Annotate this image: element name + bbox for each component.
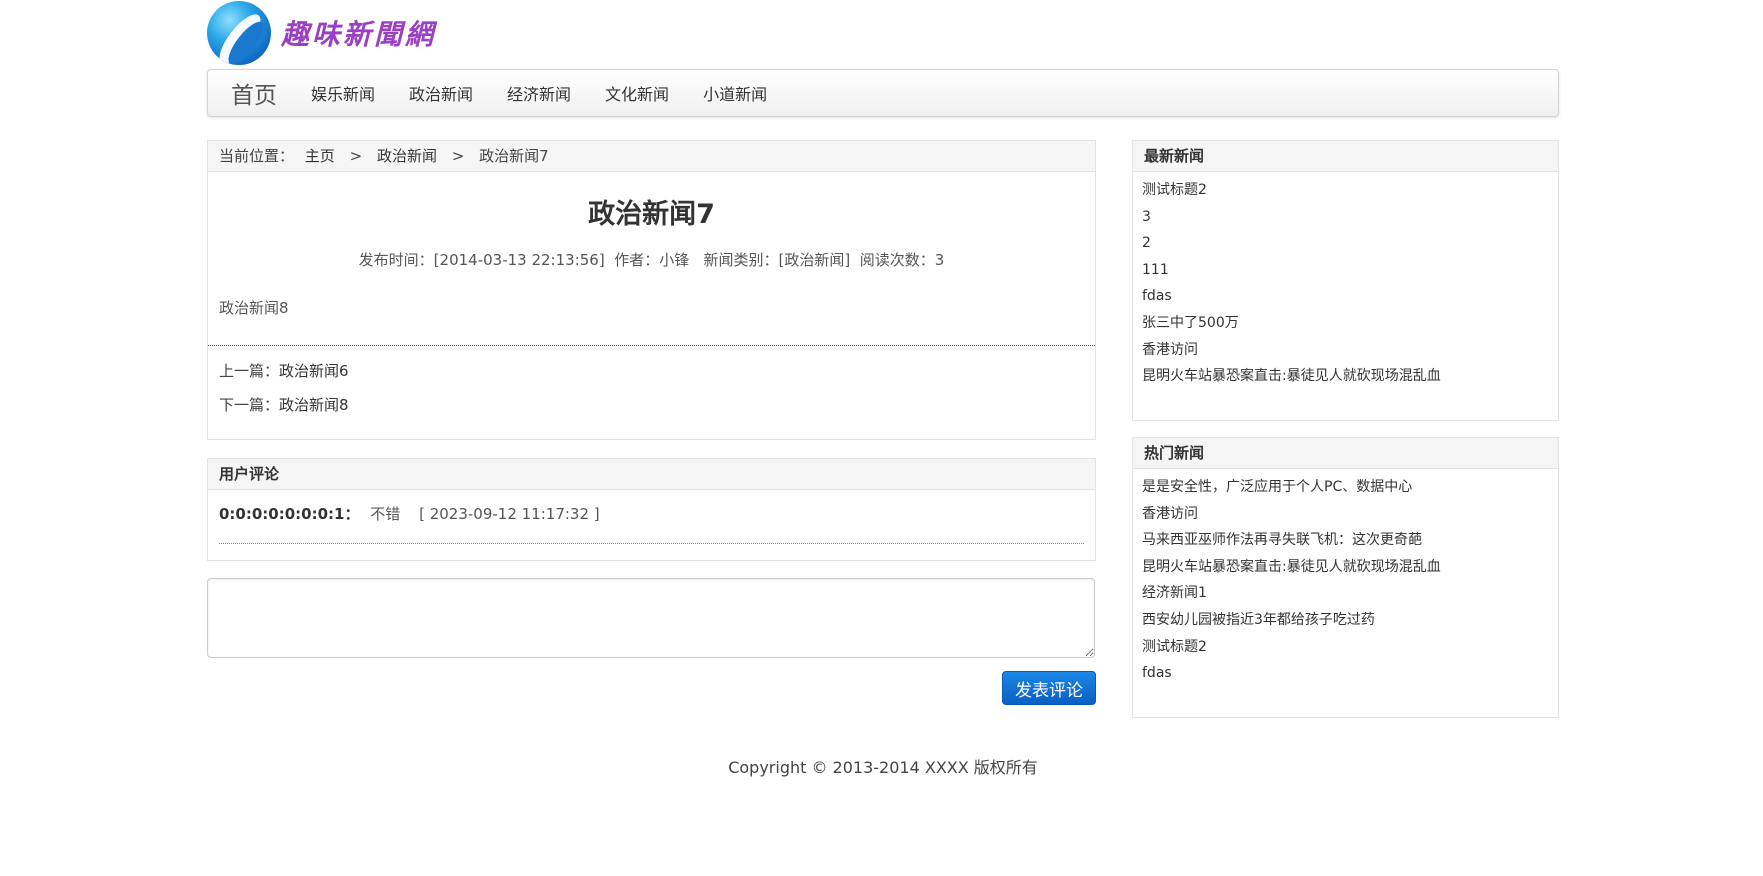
comment-time: [ 2023-09-12 11:17:32 ] xyxy=(419,505,600,523)
hot-news-item[interactable]: 西安幼儿园被指近3年都给孩子吃过药 xyxy=(1142,607,1558,634)
breadcrumb-prefix: 当前位置： xyxy=(219,147,295,165)
hot-news-heading: 热门新闻 xyxy=(1133,438,1558,469)
article-body: 政治新闻8 xyxy=(219,299,289,317)
next-article: 下一篇：政治新闻8 xyxy=(219,394,349,415)
hot-news-item[interactable]: 测试标题2 xyxy=(1142,634,1558,661)
hot-news-list: 是是安全性，广泛应用于个人PC、数据中心 香港访问 马来西亚巫师作法再寻失联飞机… xyxy=(1133,474,1558,687)
nav-item-entertainment[interactable]: 娱乐新闻 xyxy=(311,81,375,105)
article-divider xyxy=(208,345,1095,346)
comment-item: 0:0:0:0:0:0:0:1： 不错 [ 2023-09-12 11:17:3… xyxy=(219,503,1095,524)
comment-textarea[interactable] xyxy=(207,578,1095,658)
article-panel: 当前位置： 主页 > 政治新闻 > 政治新闻7 政治新闻7 发布时间：[2014… xyxy=(207,140,1096,440)
site-logo[interactable]: 趣味新聞網 xyxy=(207,0,467,66)
comments-heading: 用户评论 xyxy=(208,459,1095,490)
latest-news-item[interactable]: 张三中了500万 xyxy=(1142,310,1558,337)
article-title: 政治新闻7 xyxy=(588,199,715,230)
latest-news-item[interactable]: 3 xyxy=(1142,204,1558,231)
nav-item-culture[interactable]: 文化新闻 xyxy=(605,81,669,105)
prev-label: 上一篇： xyxy=(219,362,280,380)
nav-item-economy[interactable]: 经济新闻 xyxy=(507,81,571,105)
prev-article: 上一篇：政治新闻6 xyxy=(219,360,349,381)
globe-logo-icon xyxy=(207,1,271,65)
submit-comment-button[interactable]: 发表评论 xyxy=(1002,671,1096,705)
nav-home-link[interactable]: 首页 xyxy=(231,76,277,110)
next-label: 下一篇： xyxy=(219,396,280,414)
hot-news-item[interactable]: 经济新闻1 xyxy=(1142,580,1558,607)
comment-text: 不错 xyxy=(370,505,401,523)
breadcrumb-separator: > xyxy=(451,147,465,165)
breadcrumb: 当前位置： 主页 > 政治新闻 > 政治新闻7 xyxy=(208,141,1095,172)
latest-news-item[interactable]: 111 xyxy=(1142,257,1558,284)
latest-news-item[interactable]: 昆明火车站暴恐案直击:暴徒见人就砍现场混乱血 xyxy=(1142,363,1558,390)
hot-news-item[interactable]: 昆明火车站暴恐案直击:暴徒见人就砍现场混乱血 xyxy=(1142,554,1558,581)
latest-news-heading: 最新新闻 xyxy=(1133,141,1558,172)
nav-item-gossip[interactable]: 小道新闻 xyxy=(703,81,767,105)
latest-news-panel: 最新新闻 测试标题2 3 2 111 fdas 张三中了500万 香港访问 昆明… xyxy=(1132,140,1559,421)
main-navbar: 首页 娱乐新闻 政治新闻 经济新闻 文化新闻 小道新闻 xyxy=(207,69,1559,117)
comments-panel: 用户评论 0:0:0:0:0:0:0:1： 不错 [ 2023-09-12 11… xyxy=(207,458,1096,561)
hot-news-item[interactable]: fdas xyxy=(1142,660,1558,687)
logo-text: 趣味新聞網 xyxy=(281,18,437,51)
latest-news-item[interactable]: 香港访问 xyxy=(1142,337,1558,364)
breadcrumb-current: 政治新闻7 xyxy=(479,147,549,165)
latest-news-list: 测试标题2 3 2 111 fdas 张三中了500万 香港访问 昆明火车站暴恐… xyxy=(1133,177,1558,390)
prev-article-link[interactable]: 政治新闻6 xyxy=(279,362,349,380)
next-article-link[interactable]: 政治新闻8 xyxy=(279,396,349,414)
latest-news-item[interactable]: fdas xyxy=(1142,283,1558,310)
breadcrumb-category-link[interactable]: 政治新闻 xyxy=(377,147,437,165)
hot-news-item[interactable]: 是是安全性，广泛应用于个人PC、数据中心 xyxy=(1142,474,1558,501)
breadcrumb-separator: > xyxy=(349,147,363,165)
comment-user: 0:0:0:0:0:0:0:1： xyxy=(219,505,360,523)
breadcrumb-home-link[interactable]: 主页 xyxy=(305,147,335,165)
hot-news-item[interactable]: 香港访问 xyxy=(1142,501,1558,528)
footer-copyright: Copyright © 2013-2014 XXXX 版权所有 xyxy=(728,758,1038,777)
comment-divider xyxy=(219,543,1084,544)
article-meta: 发布时间：[2014-03-13 22:13:56] 作者：小锋 新闻类别：[政… xyxy=(358,251,945,269)
latest-news-item[interactable]: 2 xyxy=(1142,230,1558,257)
hot-news-panel: 热门新闻 是是安全性，广泛应用于个人PC、数据中心 香港访问 马来西亚巫师作法再… xyxy=(1132,437,1559,718)
nav-item-politics[interactable]: 政治新闻 xyxy=(409,81,473,105)
hot-news-item[interactable]: 马来西亚巫师作法再寻失联飞机：这次更奇葩 xyxy=(1142,527,1558,554)
latest-news-item[interactable]: 测试标题2 xyxy=(1142,177,1558,204)
